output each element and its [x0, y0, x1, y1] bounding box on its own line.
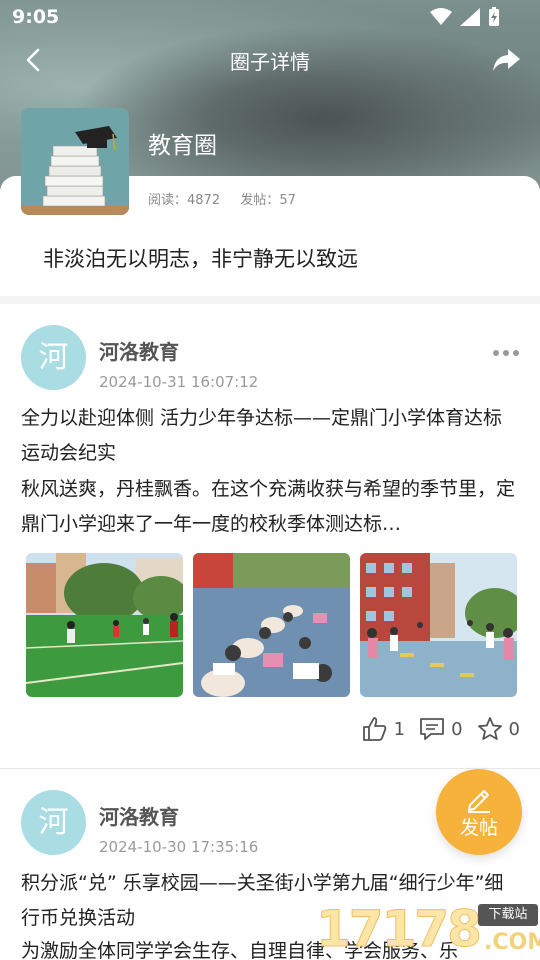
avatar[interactable]: 河 — [21, 790, 86, 855]
post-author[interactable]: 河洛教育 — [99, 336, 179, 365]
avatar[interactable]: 河 — [21, 325, 86, 390]
circle-motto: 非淡泊无以明志，非宁静无以致远 — [43, 247, 358, 271]
new-post-button[interactable]: 发帖 — [436, 769, 522, 855]
like-count: 1 — [393, 718, 406, 740]
site-watermark: 17178 下载站 .COM — [316, 900, 540, 960]
nav-bar: 圈子详情 — [0, 40, 540, 80]
post-body[interactable]: 秋风送爽，丹桂飘香。在这个充满收获与希望的季节里，定鼎门小学迎来了一年一度的校秋… — [21, 472, 521, 542]
comment-icon[interactable] — [419, 717, 445, 741]
pencil-icon — [468, 790, 490, 813]
thumbs-up-icon[interactable] — [362, 716, 388, 742]
wifi-icon — [430, 8, 452, 25]
post-time: 2024-10-31 16:07:12 — [99, 373, 259, 391]
post-photo[interactable] — [193, 553, 350, 697]
circle-name: 教育圈 — [148, 133, 217, 159]
post-count: 发帖：57 — [240, 193, 296, 208]
watermark-number: 17178 — [316, 900, 483, 959]
share-icon — [493, 49, 520, 71]
post-title[interactable]: 全力以赴迎体侧 活力少年争达标——定鼎门小学体育达标运动会纪实 — [21, 401, 521, 471]
post-photo[interactable] — [360, 553, 517, 697]
battery-icon — [489, 7, 499, 26]
watermark-suffix: .COM — [484, 930, 540, 955]
post-photos — [26, 553, 517, 697]
favorite-count: 0 — [508, 718, 520, 740]
new-post-label: 发帖 — [459, 817, 498, 839]
post-author[interactable]: 河洛教育 — [99, 801, 179, 830]
comment-count: 0 — [451, 718, 463, 740]
post-divider — [0, 768, 540, 769]
status-time: 9:05 — [12, 6, 60, 28]
page-title: 圈子详情 — [230, 50, 310, 74]
read-count: 阅读：4872 — [148, 193, 221, 208]
more-button[interactable] — [492, 344, 520, 356]
post-photo[interactable] — [26, 553, 183, 697]
watermark-tag: 下载站 — [478, 904, 538, 926]
star-icon[interactable] — [477, 716, 503, 742]
circle-stats: 阅读：4872 发帖：57 — [148, 189, 296, 208]
signal-icon — [460, 8, 480, 26]
status-bar: 9:05 — [0, 0, 540, 36]
section-divider — [0, 296, 540, 304]
post-actions: 1 0 0 — [362, 716, 520, 742]
circle-cover-image — [21, 108, 129, 215]
more-dots-icon — [493, 350, 519, 356]
share-button[interactable] — [490, 44, 522, 76]
post-time: 2024-10-30 17:35:16 — [99, 838, 259, 856]
